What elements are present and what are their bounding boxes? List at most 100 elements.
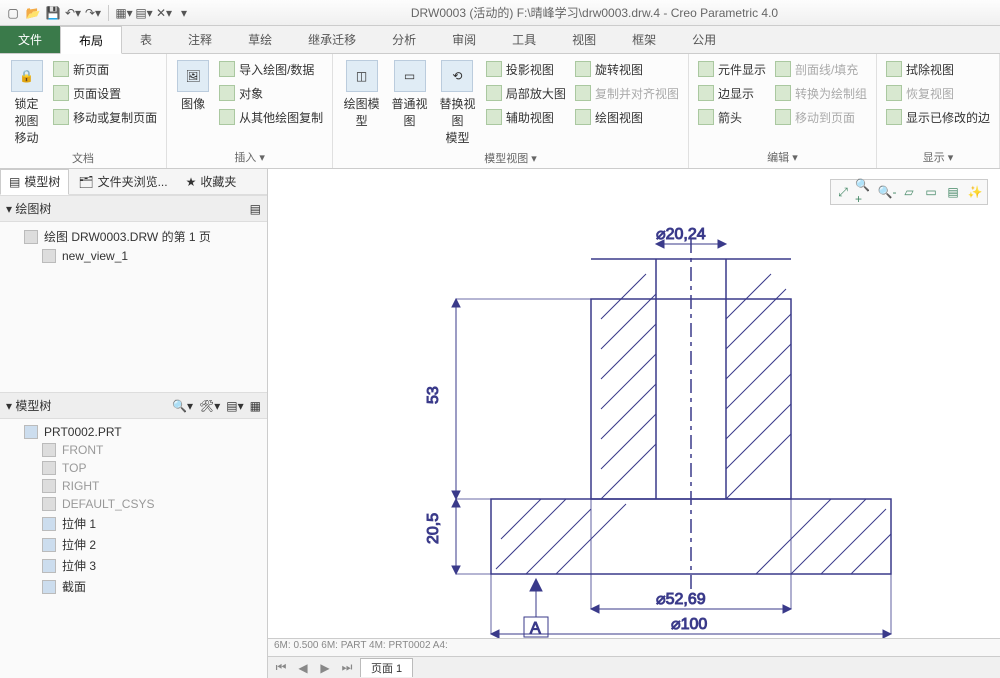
image-icon: 🖼 xyxy=(177,60,209,92)
modified-edges-icon xyxy=(886,109,902,125)
canvas-footer: 6M: 0.500 6M: PART 4M: PRT0002 A4: xyxy=(268,638,1000,656)
quick-access-toolbar: ▢ 📂 💾 ↶▾ ↷▾ ▦▾ ▤▾ ✕▾ ▾ xyxy=(4,4,193,22)
ribbon: 🔒 锁定视图 移动 新页面 页面设置 移动或复制页面 文档 🖼 图像 导入绘图/… xyxy=(0,54,1000,169)
ribbon-group-edit: 元件显示 边显示 箭头 剖面线/填充 转换为绘制组 移动到页面 编辑 ▾ xyxy=(689,54,877,168)
tab-sketch[interactable]: 草绘 xyxy=(230,26,290,53)
sheet-tab-1[interactable]: 页面 1 xyxy=(360,658,413,677)
tab-frame[interactable]: 框架 xyxy=(614,26,674,53)
detailed-view-button[interactable]: 局部放大图 xyxy=(483,82,569,104)
show-modified-edges-button[interactable]: 显示已修改的边 xyxy=(883,106,993,128)
nav-tab-folder[interactable]: 🗂文件夹浏览... xyxy=(69,169,176,195)
settings-icon[interactable]: ▾ xyxy=(175,4,193,22)
extrude-1[interactable]: 拉伸 1 xyxy=(2,513,265,534)
tree-settings-icon[interactable]: ▤ xyxy=(250,202,261,216)
hatch-fill-button[interactable]: 剖面线/填充 xyxy=(772,58,870,80)
tab-tools[interactable]: 工具 xyxy=(494,26,554,53)
close-win-icon[interactable]: ✕▾ xyxy=(155,4,173,22)
wand-icon[interactable]: ✨ xyxy=(965,182,985,202)
replace-view-model-button[interactable]: ⟲替换视图 模型 xyxy=(435,58,480,148)
drawing-view-node[interactable]: new_view_1 xyxy=(2,247,265,265)
comp-display-icon xyxy=(698,61,714,77)
tab-file[interactable]: 文件 xyxy=(0,26,60,53)
sheet-prev-icon[interactable]: ◀ xyxy=(294,661,312,675)
tab-annotate[interactable]: 注释 xyxy=(170,26,230,53)
general-view-button[interactable]: ▭普通视图 xyxy=(387,58,432,131)
image-button[interactable]: 🖼 图像 xyxy=(173,58,213,114)
drawing-view-icon xyxy=(575,109,591,125)
move-to-page-button[interactable]: 移动到页面 xyxy=(772,106,870,128)
projection-view-button[interactable]: 投影视图 xyxy=(483,58,569,80)
tab-legacy[interactable]: 继承迁移 xyxy=(290,26,374,53)
ribbon-group-document: 🔒 锁定视图 移动 新页面 页面设置 移动或复制页面 文档 xyxy=(0,54,167,168)
default-csys[interactable]: DEFAULT_CSYS xyxy=(2,495,265,513)
lock-view-move-button[interactable]: 🔒 锁定视图 移动 xyxy=(6,58,47,148)
svg-text:53: 53 xyxy=(425,386,442,404)
windows-icon[interactable]: ▤▾ xyxy=(135,4,153,22)
erase-view-button[interactable]: 拭除视图 xyxy=(883,58,993,80)
folder-icon: 🗂 xyxy=(78,170,93,194)
resume-view-button[interactable]: 恢复视图 xyxy=(883,82,993,104)
tab-table[interactable]: 表 xyxy=(122,26,170,53)
sheet-last-icon[interactable]: ⏭ xyxy=(338,660,356,675)
nav-tab-model-tree[interactable]: ▤模型树 xyxy=(0,169,69,195)
svg-text:⌀20,24: ⌀20,24 xyxy=(656,226,706,243)
csys-icon xyxy=(42,497,56,511)
regen-icon[interactable]: ▦▾ xyxy=(115,4,133,22)
open-icon[interactable]: 📂 xyxy=(24,4,42,22)
copy-from-drawing-button[interactable]: 从其他绘图复制 xyxy=(216,106,326,128)
page-setup-icon xyxy=(53,85,69,101)
show-icon[interactable]: ▤▾ xyxy=(226,399,243,413)
convert-snap-button[interactable]: 转换为绘制组 xyxy=(772,82,870,104)
drawing-models-button[interactable]: ◫绘图模型 xyxy=(339,58,384,131)
find-icon[interactable]: ▦ xyxy=(250,399,261,413)
drawing-canvas[interactable]: ⤢ 🔍+ 🔍- ▱ ▭ ▤ ✨ xyxy=(268,169,1000,638)
object-button[interactable]: 对象 xyxy=(216,82,326,104)
ribbon-group-display: 拭除视图 恢复视图 显示已修改的边 显示 ▾ xyxy=(877,54,1000,168)
page-setup-button[interactable]: 页面设置 xyxy=(50,82,160,104)
nav-tab-favorites[interactable]: ★收藏夹 xyxy=(177,169,246,195)
general-view-icon: ▭ xyxy=(394,60,426,92)
redo-icon[interactable]: ↷▾ xyxy=(84,4,102,22)
comp-display-button[interactable]: 元件显示 xyxy=(695,58,769,80)
auxiliary-view-button[interactable]: 辅助视图 xyxy=(483,106,569,128)
drawing-root[interactable]: 绘图 DRW0003.DRW 的第 1 页 xyxy=(2,226,265,247)
datum-plane-top[interactable]: TOP xyxy=(2,459,265,477)
part-icon xyxy=(24,425,38,439)
extrude-3[interactable]: 拉伸 3 xyxy=(2,555,265,576)
import-drawing-button[interactable]: 导入绘图/数据 xyxy=(216,58,326,80)
filter-icon[interactable]: 🔍▾ xyxy=(172,399,193,413)
move-copy-page-button[interactable]: 移动或复制页面 xyxy=(50,106,160,128)
copy-align-view-button[interactable]: 复制并对齐视图 xyxy=(572,82,682,104)
extrude-2[interactable]: 拉伸 2 xyxy=(2,534,265,555)
tab-common[interactable]: 公用 xyxy=(674,26,734,53)
convert-icon xyxy=(775,85,791,101)
tab-review[interactable]: 审阅 xyxy=(434,26,494,53)
edge-display-button[interactable]: 边显示 xyxy=(695,82,769,104)
save-icon[interactable]: 💾 xyxy=(44,4,62,22)
extrude-icon xyxy=(42,538,56,552)
copy-align-icon xyxy=(575,85,591,101)
datum-plane-front[interactable]: FRONT xyxy=(2,441,265,459)
sheet-first-icon[interactable]: ⏮ xyxy=(272,660,290,675)
section-feature[interactable]: 截面 xyxy=(2,576,265,597)
saved-views-icon[interactable]: ▤ xyxy=(943,182,963,202)
drawing-view-button[interactable]: 绘图视图 xyxy=(572,106,682,128)
tab-analysis[interactable]: 分析 xyxy=(374,26,434,53)
datum-plane-right[interactable]: RIGHT xyxy=(2,477,265,495)
ribbon-tabs: 文件 布局 表 注释 草绘 继承迁移 分析 审阅 工具 视图 框架 公用 xyxy=(0,26,1000,54)
object-icon xyxy=(219,85,235,101)
arrows-button[interactable]: 箭头 xyxy=(695,106,769,128)
tools-icon[interactable]: 🛠▾ xyxy=(199,399,220,413)
tab-view[interactable]: 视图 xyxy=(554,26,614,53)
new-icon[interactable]: ▢ xyxy=(4,4,22,22)
tab-layout[interactable]: 布局 xyxy=(60,26,122,54)
ribbon-group-insert: 🖼 图像 导入绘图/数据 对象 从其他绘图复制 插入 ▾ xyxy=(167,54,333,168)
plane-icon xyxy=(42,461,56,475)
window-title: DRW0003 (活动的) F:\晴峰学习\drw0003.drw.4 - Cr… xyxy=(193,4,996,21)
sheet-next-icon[interactable]: ▶ xyxy=(316,661,334,675)
model-root[interactable]: PRT0002.PRT xyxy=(2,423,265,441)
extrude-icon xyxy=(42,559,56,573)
revolved-view-button[interactable]: 旋转视图 xyxy=(572,58,682,80)
undo-icon[interactable]: ↶▾ xyxy=(64,4,82,22)
new-page-button[interactable]: 新页面 xyxy=(50,58,160,80)
